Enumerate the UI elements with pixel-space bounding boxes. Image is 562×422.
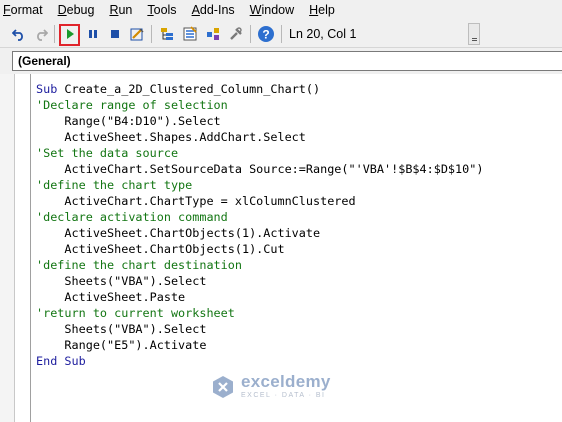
code-comment-line[interactable]: 'declare activation command: [36, 209, 483, 225]
properties-window-icon[interactable]: [181, 24, 199, 44]
exceldemy-logo-icon: [213, 376, 233, 398]
code-line[interactable]: ActiveSheet.ChartObjects(1).Activate: [36, 225, 483, 241]
menu-run[interactable]: Run: [102, 0, 140, 20]
toolbar-separator: [151, 25, 152, 43]
watermark-name: exceldemy: [241, 372, 331, 391]
menu-bar: Format Debug Run Tools Add-Ins Window He…: [0, 0, 562, 20]
menu-help-accel: H: [309, 3, 319, 17]
menu-tools[interactable]: Tools: [140, 0, 184, 20]
toolbar-options-grip[interactable]: [468, 23, 480, 45]
reset-icon[interactable]: [106, 24, 124, 44]
menu-add-ins[interactable]: Add-Ins: [185, 0, 243, 20]
menu-window-accel: W: [249, 3, 262, 17]
menu-debug-accel: D: [57, 3, 67, 17]
menu-help-rest: elp: [318, 3, 335, 17]
run-button-highlight: [59, 24, 80, 46]
menu-format-accel: F: [3, 3, 11, 17]
menu-add-ins-accel: A: [191, 3, 200, 17]
toolbar-separator: [250, 25, 251, 43]
redo-icon[interactable]: [32, 24, 50, 44]
toolbar-separator: [281, 25, 282, 43]
watermark: exceldemy EXCEL · DATA · BI: [210, 373, 331, 401]
menu-debug-rest: ebug: [66, 3, 95, 17]
code-line[interactable]: ActiveSheet.ChartObjects(1).Cut: [36, 241, 483, 257]
code-line[interactable]: Range("E5").Activate: [36, 337, 483, 353]
menu-tools-rest: ools: [153, 3, 177, 17]
code-line[interactable]: ActiveSheet.Paste: [36, 289, 483, 305]
code-line[interactable]: ActiveChart.SetSourceData Source:=Range(…: [36, 161, 483, 177]
svg-text:?: ?: [262, 28, 269, 42]
design-mode-icon[interactable]: [128, 24, 146, 44]
code-margin[interactable]: [0, 74, 31, 422]
cursor-position: Ln 20, Col 1: [289, 27, 357, 41]
code-comment-line[interactable]: 'define the chart destination: [36, 257, 483, 273]
break-icon[interactable]: [84, 24, 102, 44]
toolbox-icon[interactable]: [227, 24, 245, 44]
menu-format[interactable]: Format: [0, 0, 51, 20]
undo-icon[interactable]: [10, 24, 28, 44]
toolbar-separator: [54, 25, 55, 43]
code-comment-line[interactable]: 'return to current worksheet: [36, 305, 483, 321]
code-line[interactable]: Range("B4:D10").Select: [36, 113, 483, 129]
code-comment-line[interactable]: 'Set the data source: [36, 145, 483, 161]
code-line[interactable]: End Sub: [36, 353, 483, 369]
code-line[interactable]: ActiveChart.ChartType = xlColumnClustere…: [36, 193, 483, 209]
watermark-tagline: EXCEL · DATA · BI: [241, 392, 326, 399]
menu-debug[interactable]: Debug: [51, 0, 103, 20]
help-icon[interactable]: ?: [257, 24, 275, 44]
object-browser-icon[interactable]: [204, 24, 222, 44]
code-line[interactable]: Sheets("VBA").Select: [36, 273, 483, 289]
code-comment-line[interactable]: 'define the chart type: [36, 177, 483, 193]
menu-window-rest: indow: [261, 3, 295, 17]
menu-run-rest: un: [118, 3, 133, 17]
menu-add-ins-rest: dd-Ins: [199, 3, 235, 17]
project-explorer-icon[interactable]: [158, 24, 176, 44]
code-editor[interactable]: Sub Create_a_2D_Clustered_Column_Chart()…: [36, 81, 483, 369]
code-window-header: (General): [0, 48, 562, 74]
object-dropdown[interactable]: (General): [12, 51, 562, 71]
code-window[interactable]: Sub Create_a_2D_Clustered_Column_Chart()…: [0, 74, 562, 422]
menu-format-rest: ormat: [10, 3, 43, 17]
code-line[interactable]: Sheets("VBA").Select: [36, 321, 483, 337]
code-line[interactable]: Sub Create_a_2D_Clustered_Column_Chart(): [36, 81, 483, 97]
menu-help[interactable]: Help: [302, 0, 343, 20]
code-line[interactable]: ActiveSheet.Shapes.AddChart.Select: [36, 129, 483, 145]
menu-window[interactable]: Window: [243, 0, 302, 20]
code-comment-line[interactable]: 'Declare range of selection: [36, 97, 483, 113]
